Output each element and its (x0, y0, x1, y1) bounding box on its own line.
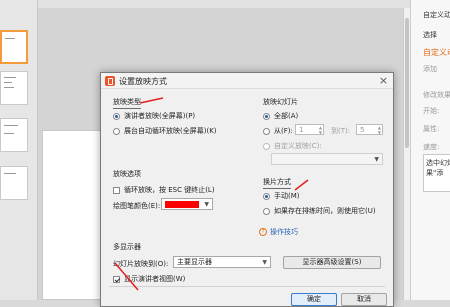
help-icon: ? (259, 228, 267, 236)
show-on-label: 幻灯片放映到(O): (113, 260, 169, 268)
to-slide-value: 5 (360, 126, 365, 134)
show-options-title: 放映选项 (113, 170, 141, 178)
modify-effect-label: 修改效果 (423, 91, 450, 99)
presenter-mode-radio[interactable]: 演讲者放映(全屏幕)(P) (113, 111, 195, 121)
use-timings-radio[interactable]: 如果存在排练时间，则使用它(U) (263, 206, 376, 216)
radio-indicator (263, 192, 270, 200)
slide-thumbnail[interactable] (0, 166, 28, 200)
chevron-down-icon: ▼ (374, 156, 379, 163)
toolbar-strip (38, 0, 410, 8)
all-slides-radio[interactable]: 全部(A) (263, 111, 298, 121)
checkbox-indicator (113, 186, 120, 194)
presentation-app-icon (105, 76, 115, 86)
custom-animation-pane: 自定义动 选择 自定义动 添加 修改效果 开始: 属性: 速度: 选中幻灯 果"… (410, 0, 450, 300)
display-advanced-settings-button[interactable]: 显示器高级设置(S) (283, 256, 381, 269)
pen-color-label: 绘图笔颜色(E): (113, 202, 161, 210)
radio-label: 演讲者放映(全屏幕)(P) (124, 112, 196, 120)
hint-text: 选中幻灯 (426, 159, 450, 167)
radio-indicator (263, 112, 270, 120)
manual-advance-radio[interactable]: 手动(M) (263, 191, 300, 201)
custom-show-radio[interactable]: 自定义放映(C): (263, 141, 322, 151)
divider (109, 286, 385, 287)
kiosk-mode-radio[interactable]: 展台自动循环放映(全屏幕)(K) (113, 126, 217, 136)
hint-text: 果"添 (426, 169, 444, 177)
from-slide-spinner[interactable]: 1 ▲ ▼ (295, 124, 324, 135)
display-select-value: 主要显示器 (177, 258, 212, 266)
chevron-down-icon: ▼ (262, 259, 267, 266)
tips-link-label: 操作技巧 (270, 228, 298, 236)
slide-range-radio[interactable]: 从(F): (263, 126, 293, 136)
chevron-down-icon: ▼ (204, 201, 209, 208)
property-label: 属性: (423, 125, 440, 133)
pen-color-swatch (165, 201, 199, 208)
spinner-arrows-icon: ▲ ▼ (318, 125, 322, 135)
slide-thumbnail-panel (0, 0, 38, 300)
radio-label: 如果存在排练时间，则使用它(U) (274, 207, 376, 215)
presenter-view-checkbox[interactable]: 显示演讲者视图(W) (113, 274, 185, 284)
radio-indicator (263, 207, 270, 215)
operation-tips-link[interactable]: ? 操作技巧 (259, 227, 298, 237)
multi-display-title: 多显示器 (113, 243, 141, 251)
checkbox-indicator (113, 275, 120, 283)
select-button[interactable]: 选择 (423, 30, 437, 40)
spinner-arrows-icon: ▲ ▼ (377, 125, 381, 135)
radio-indicator (263, 127, 270, 135)
vertical-scrollbar[interactable] (403, 8, 410, 300)
radio-indicator (113, 112, 120, 120)
radio-label: 展台自动循环放映(全屏幕)(K) (124, 127, 217, 135)
scrollbar-thumb[interactable] (405, 18, 409, 148)
slide-thumbnail[interactable] (0, 71, 28, 105)
slide-thumbnail[interactable] (0, 30, 28, 64)
show-slides-title: 放映幻灯片 (263, 98, 298, 106)
dialog-titlebar[interactable]: 设置放映方式 × (101, 73, 393, 89)
from-slide-value: 1 (299, 126, 304, 134)
close-button[interactable]: × (377, 74, 390, 87)
to-slide-spinner[interactable]: 5 ▲ ▼ (356, 124, 383, 135)
pane-section-title: 自定义动 (423, 48, 450, 57)
add-effect-button[interactable]: 添加 (423, 64, 437, 74)
radio-label: 从(F): (274, 127, 293, 135)
radio-label: 自定义放映(C): (274, 142, 322, 150)
start-label: 开始: (423, 107, 440, 115)
display-select[interactable]: 主要显示器 ▼ (173, 256, 271, 268)
checkbox-label: 循环放映，按 ESC 键终止(L) (124, 186, 215, 194)
show-type-title: 放映类型 (113, 97, 141, 109)
pen-color-dropdown[interactable]: ▼ (161, 198, 213, 210)
custom-show-dropdown[interactable]: ▼ (271, 153, 383, 165)
checkbox-label: 显示演讲者视图(W) (124, 275, 186, 283)
loop-checkbox[interactable]: 循环放映，按 ESC 键终止(L) (113, 185, 215, 195)
slide-thumbnail[interactable] (0, 118, 28, 152)
slide-show-settings-dialog: 设置放映方式 × 放映类型 演讲者放映(全屏幕)(P) 展台自动循环放映(全屏幕… (100, 72, 394, 307)
radio-indicator (113, 127, 120, 135)
advance-slides-title: 换片方式 (263, 177, 291, 189)
radio-label: 全部(A) (274, 112, 299, 120)
radio-indicator (263, 142, 270, 150)
pane-heading: 自定义动 (423, 11, 450, 19)
speed-label: 速度: (423, 143, 440, 151)
dialog-title: 设置放映方式 (119, 77, 167, 86)
radio-label: 手动(M) (274, 192, 300, 200)
to-slide-label: 到(T): (331, 127, 351, 135)
